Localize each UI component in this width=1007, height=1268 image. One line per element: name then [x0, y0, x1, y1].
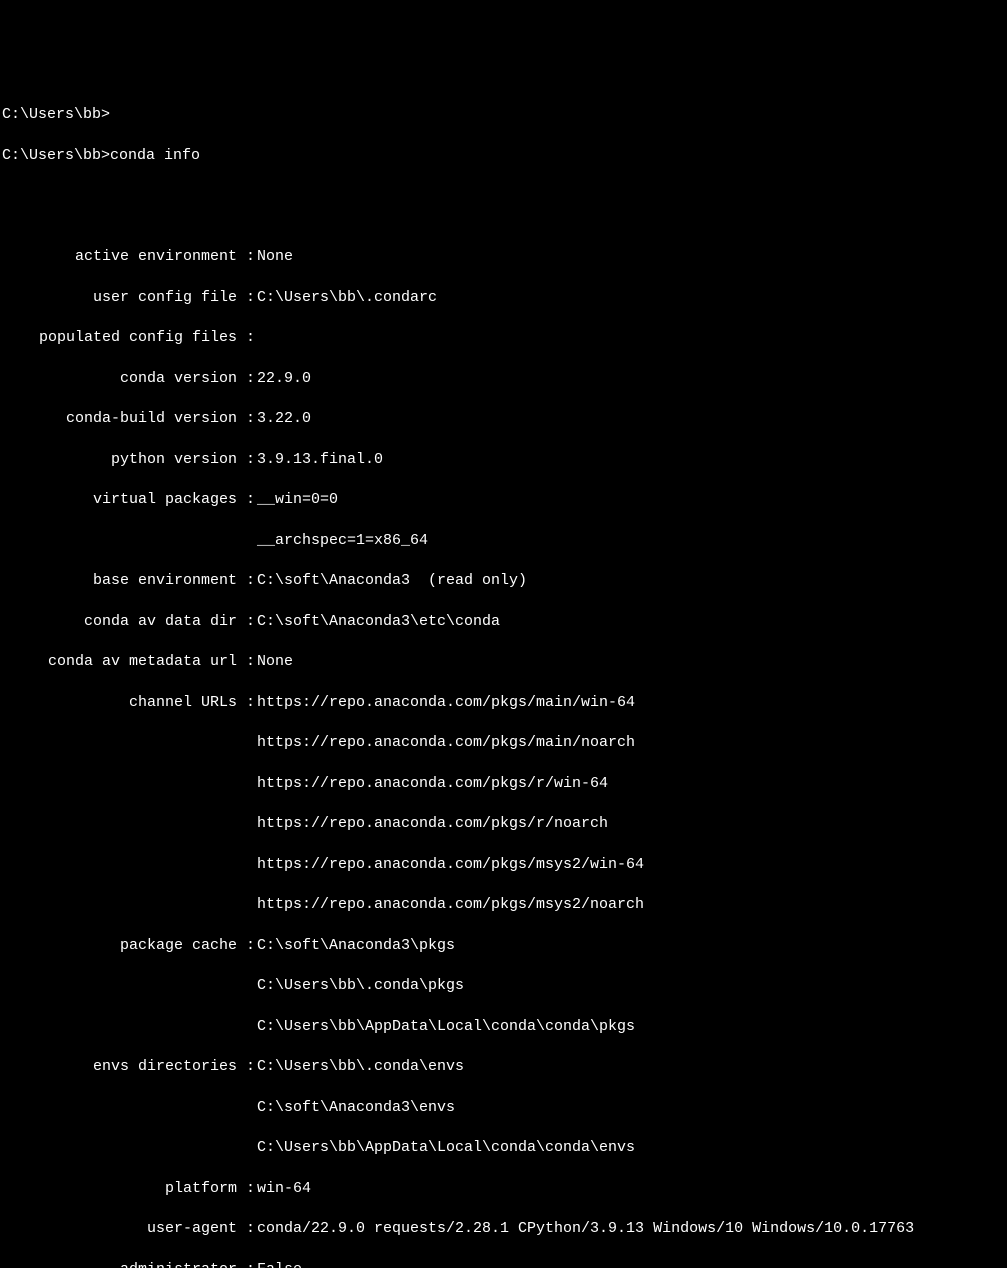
prompt-line-2: C:\Users\bb>conda info [2, 146, 1005, 166]
value: 3.22.0 [257, 409, 1005, 429]
separator: : [237, 1179, 257, 1199]
value: False [257, 1260, 1005, 1268]
value: None [257, 247, 1005, 267]
label: envs directories [2, 1057, 237, 1077]
value: conda/22.9.0 requests/2.28.1 CPython/3.9… [257, 1219, 1005, 1239]
separator: : [237, 288, 257, 308]
row-package-cache-cont: C:\Users\bb\.conda\pkgs [2, 976, 1005, 996]
value: 22.9.0 [257, 369, 1005, 389]
row-envs-directories-cont: C:\Users\bb\AppData\Local\conda\conda\en… [2, 1138, 1005, 1158]
row-conda-version: conda version : 22.9.0 [2, 369, 1005, 389]
label: channel URLs [2, 693, 237, 713]
value [257, 328, 1005, 348]
separator: : [237, 612, 257, 632]
row-virtual-packages: virtual packages : __win=0=0 [2, 490, 1005, 510]
separator: : [237, 247, 257, 267]
separator: : [237, 1057, 257, 1077]
row-platform: platform : win-64 [2, 1179, 1005, 1199]
value: 3.9.13.final.0 [257, 450, 1005, 470]
separator: : [237, 490, 257, 510]
separator: : [237, 1260, 257, 1268]
row-channel-urls-cont: https://repo.anaconda.com/pkgs/main/noar… [2, 733, 1005, 753]
label: conda av data dir [2, 612, 237, 632]
row-package-cache-cont: C:\Users\bb\AppData\Local\conda\conda\pk… [2, 1017, 1005, 1037]
command-text: conda info [110, 147, 200, 164]
row-conda-av-metadata-url: conda av metadata url : None [2, 652, 1005, 672]
label: user-agent [2, 1219, 237, 1239]
label: python version [2, 450, 237, 470]
label: virtual packages [2, 490, 237, 510]
label: administrator [2, 1260, 237, 1268]
label: conda av metadata url [2, 652, 237, 672]
value: win-64 [257, 1179, 1005, 1199]
separator: : [237, 652, 257, 672]
row-envs-directories-cont: C:\soft\Anaconda3\envs [2, 1098, 1005, 1118]
row-conda-av-data-dir: conda av data dir : C:\soft\Anaconda3\et… [2, 612, 1005, 632]
label: base environment [2, 571, 237, 591]
row-base-environment: base environment : C:\soft\Anaconda3 (re… [2, 571, 1005, 591]
separator: : [237, 693, 257, 713]
prompt-path: C:\Users\bb> [2, 147, 110, 164]
value: C:\Users\bb\.condarc [257, 288, 1005, 308]
row-envs-directories: envs directories : C:\Users\bb\.conda\en… [2, 1057, 1005, 1077]
row-virtual-packages-cont: __archspec=1=x86_64 [2, 531, 1005, 551]
label: package cache [2, 936, 237, 956]
label: active environment [2, 247, 237, 267]
prompt-line-1: C:\Users\bb> [2, 105, 1005, 125]
label: platform [2, 1179, 237, 1199]
value: C:\Users\bb\.conda\envs [257, 1057, 1005, 1077]
separator: : [237, 450, 257, 470]
row-administrator: administrator : False [2, 1260, 1005, 1268]
separator: : [237, 328, 257, 348]
row-channel-urls: channel URLs : https://repo.anaconda.com… [2, 693, 1005, 713]
value: C:\soft\Anaconda3 (read only) [257, 571, 1005, 591]
terminal-output[interactable]: C:\Users\bb> C:\Users\bb>conda info acti… [2, 85, 1005, 1268]
separator: : [237, 936, 257, 956]
row-user-config-file: user config file : C:\Users\bb\.condarc [2, 288, 1005, 308]
value: None [257, 652, 1005, 672]
label: conda-build version [2, 409, 237, 429]
row-conda-build-version: conda-build version : 3.22.0 [2, 409, 1005, 429]
label: populated config files [2, 328, 237, 348]
value: C:\soft\Anaconda3\pkgs [257, 936, 1005, 956]
separator: : [237, 571, 257, 591]
row-channel-urls-cont: https://repo.anaconda.com/pkgs/r/noarch [2, 814, 1005, 834]
separator: : [237, 1219, 257, 1239]
row-python-version: python version : 3.9.13.final.0 [2, 450, 1005, 470]
row-populated-config-files: populated config files : [2, 328, 1005, 348]
row-channel-urls-cont: https://repo.anaconda.com/pkgs/msys2/noa… [2, 895, 1005, 915]
blank-line [2, 186, 1005, 206]
row-user-agent: user-agent : conda/22.9.0 requests/2.28.… [2, 1219, 1005, 1239]
value: C:\soft\Anaconda3\etc\conda [257, 612, 1005, 632]
label: user config file [2, 288, 237, 308]
separator: : [237, 369, 257, 389]
value: __win=0=0 [257, 490, 1005, 510]
row-channel-urls-cont: https://repo.anaconda.com/pkgs/r/win-64 [2, 774, 1005, 794]
value: https://repo.anaconda.com/pkgs/main/win-… [257, 693, 1005, 713]
row-active-environment: active environment : None [2, 247, 1005, 267]
separator: : [237, 409, 257, 429]
row-package-cache: package cache : C:\soft\Anaconda3\pkgs [2, 936, 1005, 956]
row-channel-urls-cont: https://repo.anaconda.com/pkgs/msys2/win… [2, 855, 1005, 875]
label: conda version [2, 369, 237, 389]
